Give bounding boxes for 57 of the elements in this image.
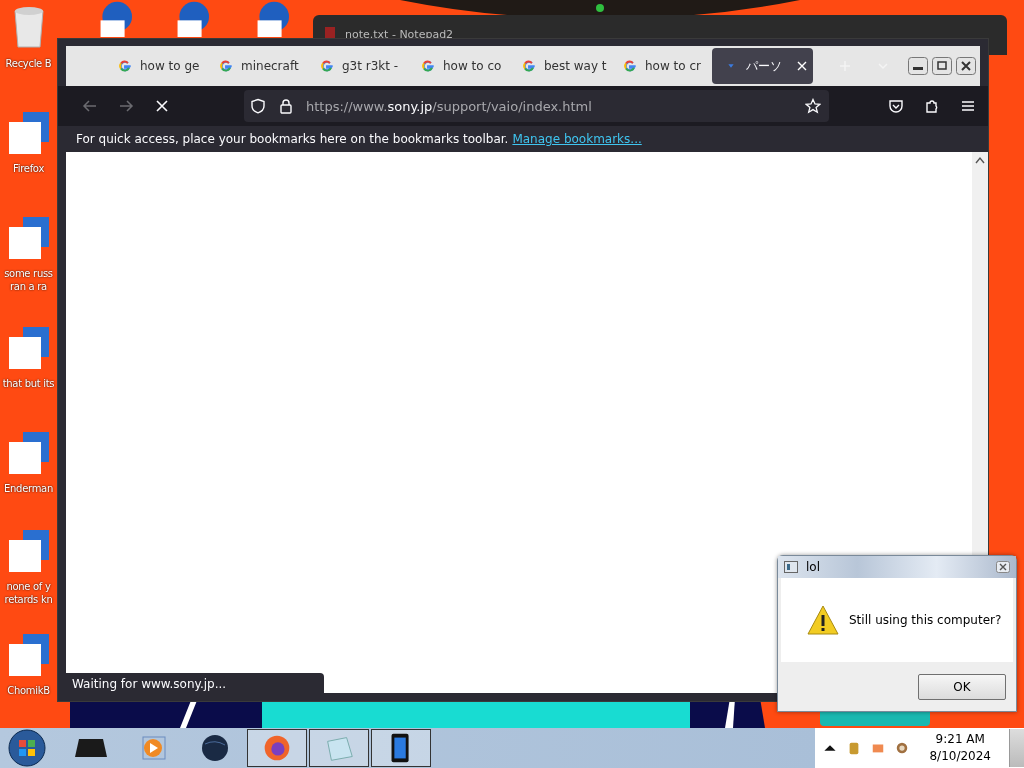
close-icon[interactable] xyxy=(956,57,976,75)
phone-icon[interactable] xyxy=(371,729,431,767)
notepad-icon[interactable] xyxy=(309,729,369,767)
google-icon xyxy=(320,59,334,73)
shortcut-icon[interactable] xyxy=(8,528,49,572)
google-icon xyxy=(421,59,435,73)
back-arrow-icon[interactable] xyxy=(82,98,98,114)
shortcut-icon[interactable] xyxy=(8,110,49,154)
shortcut-icon[interactable] xyxy=(8,215,49,259)
icon-label: Enderman xyxy=(4,482,53,495)
close-icon[interactable] xyxy=(996,561,1010,573)
window-title: note.txt - Notepad2 xyxy=(345,27,454,41)
browser-tab[interactable]: minecraft xyxy=(207,48,308,84)
warning-icon xyxy=(807,605,839,635)
icon-label: retards kn xyxy=(4,593,53,606)
menu-icon[interactable] xyxy=(960,98,976,114)
browser-tab[interactable]: how to ge xyxy=(106,48,207,84)
minimize-icon[interactable] xyxy=(908,57,928,75)
google-icon xyxy=(219,59,233,73)
maximize-icon[interactable] xyxy=(932,57,952,75)
icon-label: Recycle B xyxy=(5,57,52,70)
google-icon xyxy=(118,59,132,73)
status-bar: Waiting for www.sony.jp... xyxy=(64,673,324,695)
forward-arrow-icon[interactable] xyxy=(118,98,134,114)
browser-tab[interactable]: g3t r3kt - xyxy=(308,48,409,84)
scroll-up-icon[interactable] xyxy=(975,156,985,164)
shortcut-icon[interactable] xyxy=(8,632,49,676)
icon-label: ran a ra xyxy=(10,280,47,293)
ok-button[interactable]: OK xyxy=(918,673,1006,700)
icon-label: Firefox xyxy=(13,162,44,175)
firefox-icon[interactable] xyxy=(247,729,307,767)
window-icon xyxy=(784,561,798,573)
browser-tab[interactable]: best way t xyxy=(510,48,611,84)
google-icon xyxy=(522,59,536,73)
shortcut-icon[interactable] xyxy=(8,430,49,474)
browser-tab[interactable]: パーソ xyxy=(712,48,813,84)
star-icon[interactable] xyxy=(805,98,821,114)
url-text: https://www.sony.jp/support/vaio/index.html xyxy=(306,98,592,114)
shortcut-icon[interactable] xyxy=(8,325,49,369)
lock-icon xyxy=(278,98,294,114)
pocket-icon[interactable] xyxy=(888,98,904,114)
google-icon xyxy=(623,59,637,73)
dialog-message: Still using this computer? xyxy=(849,613,1002,627)
stop-icon[interactable] xyxy=(154,98,170,114)
dialog-title: lol xyxy=(806,560,820,574)
puzzle-icon[interactable] xyxy=(924,98,940,114)
browser-tab[interactable]: how to cr xyxy=(611,48,712,84)
start-button[interactable] xyxy=(7,728,47,768)
icon-label: some russ xyxy=(4,267,53,280)
icon-label: none of y xyxy=(6,580,51,593)
icon-label: that but its xyxy=(2,377,55,390)
manage-bookmarks-link[interactable]: Manage bookmarks... xyxy=(512,132,642,146)
bookmarks-hint: For quick access, place your bookmarks here on the bookmarks toolbar. xyxy=(76,132,509,146)
icon-label: ChomikB xyxy=(7,684,50,697)
shield-icon xyxy=(250,98,266,114)
url-field[interactable]: https://www.sony.jp/support/vaio/index.html xyxy=(244,90,829,122)
browser-tab[interactable]: how to co xyxy=(409,48,510,84)
